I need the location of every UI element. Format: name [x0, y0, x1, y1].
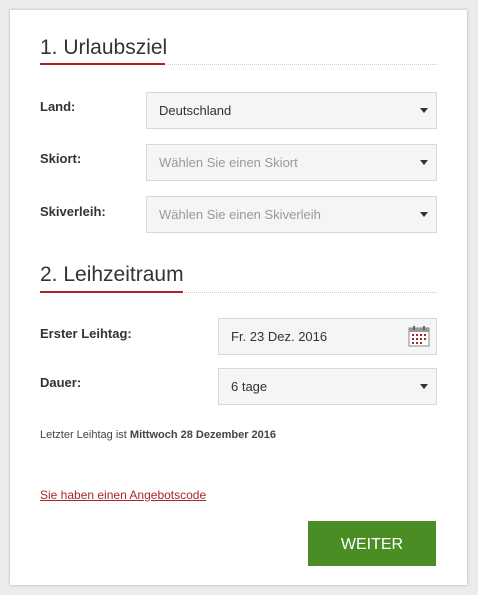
- dauer-select[interactable]: 6 tage: [218, 368, 437, 405]
- erster-leihtag-label: Erster Leihtag:: [40, 326, 132, 341]
- calendar-icon[interactable]: [408, 325, 430, 347]
- skiverleih-select-placeholder: Wählen Sie einen Skiverleih: [159, 207, 321, 222]
- skiverleih-select[interactable]: Wählen Sie einen Skiverleih: [146, 196, 437, 233]
- start-date-value: Fr. 23 Dez. 2016: [231, 329, 328, 344]
- last-day-date: Mittwoch 28 Dezember 2016: [129, 429, 277, 441]
- section-title-urlaubsziel: 1. Urlaubsziel: [40, 36, 168, 59]
- dauer-select-value: 6 tage: [231, 379, 268, 394]
- chevron-down-icon: [420, 212, 428, 217]
- chevron-down-icon: [420, 160, 428, 165]
- skiort-select-placeholder: Wählen Sie einen Skiort: [159, 155, 298, 170]
- section-title-leihzeitraum: 2. Leihzeitraum: [40, 263, 184, 286]
- booking-form-card: 1. Urlaubsziel Land: Deutschland Skiort:…: [10, 10, 467, 585]
- land-select-value: Deutschland: [159, 103, 232, 118]
- promo-code-link[interactable]: Sie haben einen Angebotscode: [40, 488, 206, 502]
- section-title-underline: [40, 63, 165, 65]
- chevron-down-icon: [420, 384, 428, 389]
- skiort-select[interactable]: Wählen Sie einen Skiort: [146, 144, 437, 181]
- start-date-input[interactable]: Fr. 23 Dez. 2016: [218, 318, 437, 355]
- land-label: Land:: [40, 99, 76, 114]
- dauer-label: Dauer:: [40, 375, 82, 390]
- last-day-info: Letzter Leihtag ist Mittwoch 28 Dezember…: [40, 429, 276, 441]
- skiverleih-label: Skiverleih:: [40, 204, 106, 219]
- skiort-label: Skiort:: [40, 151, 82, 166]
- last-day-prefix: Letzter Leihtag ist: [40, 429, 127, 441]
- weiter-button[interactable]: WEITER: [308, 521, 436, 566]
- land-select[interactable]: Deutschland: [146, 92, 437, 129]
- chevron-down-icon: [420, 108, 428, 113]
- section-title-underline: [40, 291, 183, 293]
